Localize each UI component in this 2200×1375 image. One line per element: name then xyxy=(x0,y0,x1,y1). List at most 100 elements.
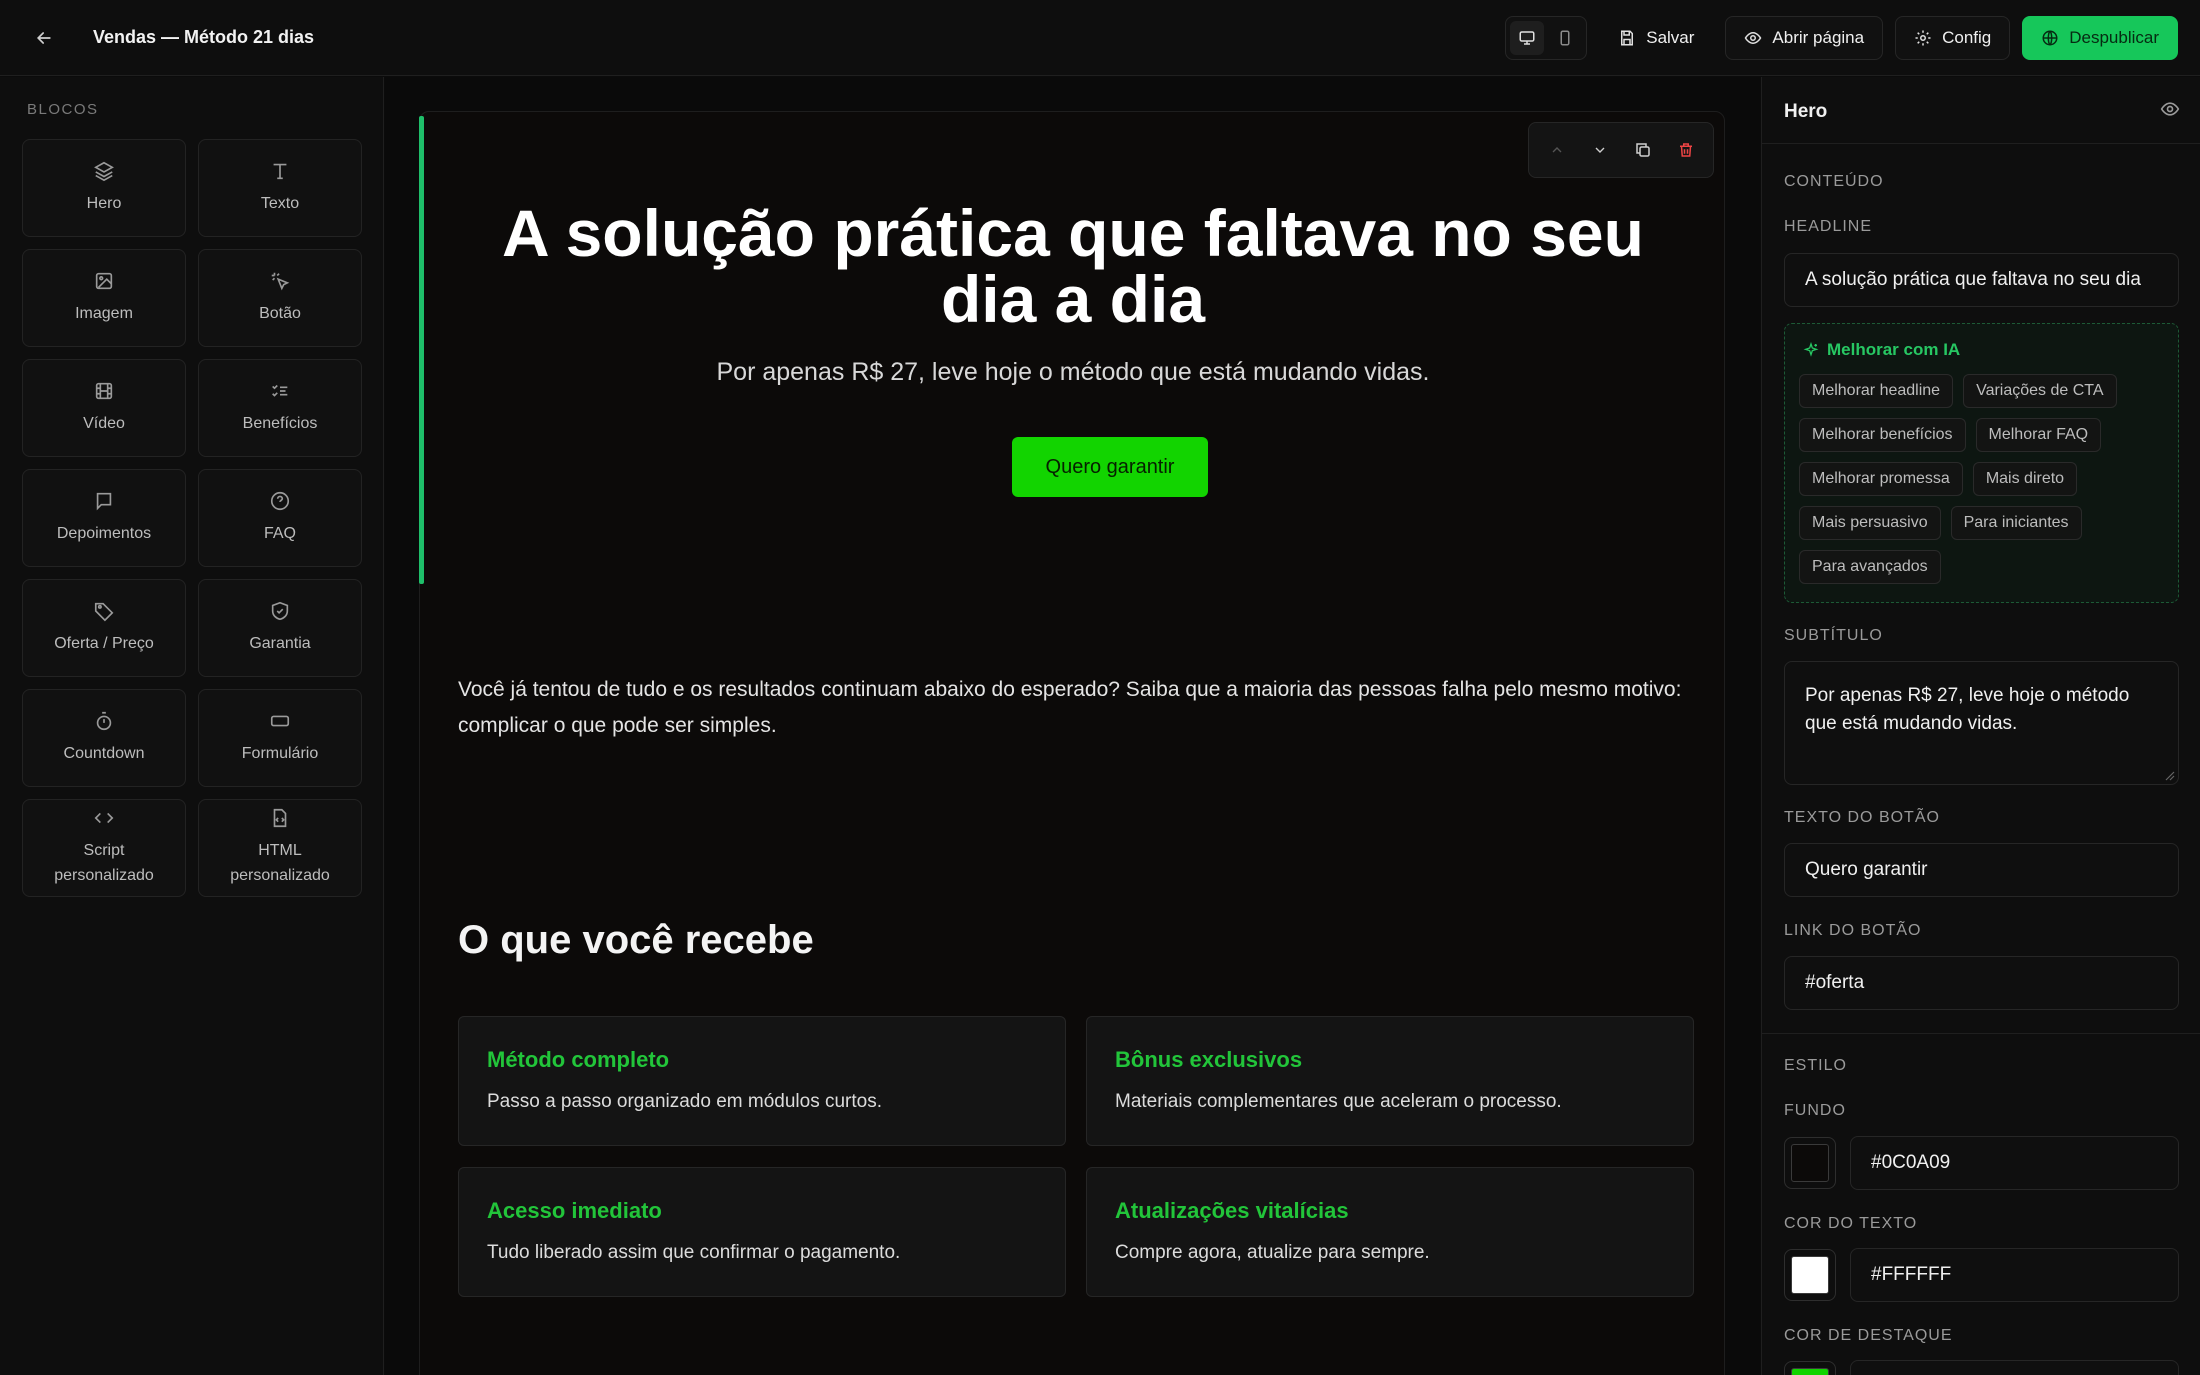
benefit-title: Método completo xyxy=(487,1047,670,1072)
device-toggle xyxy=(1505,16,1588,60)
code-icon xyxy=(94,813,114,824)
top-bar: Vendas — Método 21 dias Salvar Abrir pág… xyxy=(0,0,2200,76)
ai-chip-improve-faq[interactable]: Melhorar FAQ xyxy=(1975,418,2102,452)
save-icon xyxy=(1621,30,1634,46)
eye-icon xyxy=(1745,31,1762,45)
gear-icon xyxy=(1915,30,1931,46)
text-color-label: COR DO TEXTO xyxy=(1784,1215,1918,1232)
block-label: Oferta / Preço xyxy=(54,635,154,652)
ai-title: Melhorar com IA xyxy=(1803,340,1960,360)
checklist-icon xyxy=(272,384,288,397)
editor-canvas: A solução prática que faltava no seu dia… xyxy=(385,77,1760,1375)
block-tile-faq[interactable]: FAQ xyxy=(198,469,362,567)
headline-input[interactable]: A solução prática que faltava no seu dia xyxy=(1784,253,2179,307)
arrow-left-icon xyxy=(36,31,51,44)
background-label: FUNDO xyxy=(1784,1102,1846,1119)
ai-chip-for-beginners[interactable]: Para iniciantes xyxy=(1950,506,2082,540)
block-tile-form[interactable]: Formulário xyxy=(198,689,362,787)
benefit-card[interactable]: Acesso imediato Tudo liberado assim que … xyxy=(458,1167,1066,1297)
ai-chip-more-persuasive[interactable]: Mais persuasivo xyxy=(1799,506,1941,540)
block-tile-button[interactable]: Botão xyxy=(198,249,362,347)
block-toolbar xyxy=(1528,122,1714,178)
open-page-label: Abrir página xyxy=(1772,28,1865,47)
blocks-grid: Hero Texto Imagem Botão Vídeo Benefícios… xyxy=(22,139,362,897)
back-button[interactable] xyxy=(22,16,66,60)
block-label: Benefícios xyxy=(242,415,318,432)
toggle-visibility-button[interactable] xyxy=(2160,99,2180,124)
hero-cta-button[interactable]: Quero garantir xyxy=(1012,437,1208,497)
tag-icon xyxy=(94,602,114,622)
duplicate-button[interactable] xyxy=(1625,132,1661,168)
resize-handle-icon[interactable] xyxy=(2163,769,2175,781)
text-icon xyxy=(273,163,287,180)
block-tile-hero[interactable]: Hero xyxy=(22,139,186,237)
mobile-view-button[interactable] xyxy=(1548,21,1582,55)
benefits-title[interactable]: O que você recebe xyxy=(458,918,814,963)
benefit-card[interactable]: Bônus exclusivos Materiais complementare… xyxy=(1086,1016,1694,1146)
unpublish-button[interactable]: Despublicar xyxy=(2022,16,2178,60)
ai-chip-cta-variations[interactable]: Variações de CTA xyxy=(1963,374,2117,408)
block-tile-testimonials[interactable]: Depoimentos xyxy=(22,469,186,567)
text-color-input[interactable]: #FFFFFF xyxy=(1850,1248,2179,1302)
trash-icon xyxy=(1679,143,1692,157)
button-link-input[interactable]: #oferta xyxy=(1784,956,2179,1010)
block-tile-offer[interactable]: Oferta / Preço xyxy=(22,579,186,677)
hero-subtitle[interactable]: Por apenas R$ 27, leve hoje o método que… xyxy=(470,358,1676,387)
benefit-title: Bônus exclusivos xyxy=(1115,1047,1303,1072)
move-down-button[interactable] xyxy=(1582,132,1618,168)
file-code-icon xyxy=(273,809,287,828)
text-block[interactable]: Você já tentou de tudo e os resultados c… xyxy=(458,672,1698,744)
block-label: Depoimentos xyxy=(56,525,152,542)
shield-check-icon xyxy=(271,601,289,621)
config-button[interactable]: Config xyxy=(1895,16,2011,60)
unpublish-label: Despublicar xyxy=(2069,28,2159,47)
delete-button[interactable] xyxy=(1668,132,1704,168)
accent-color-input[interactable] xyxy=(1850,1360,2179,1375)
desktop-view-button[interactable] xyxy=(1510,21,1545,55)
config-label: Config xyxy=(1942,28,1992,47)
benefit-title: Atualizações vitalícias xyxy=(1115,1198,1349,1223)
block-tile-image[interactable]: Imagem xyxy=(22,249,186,347)
subtitle-textarea[interactable]: Por apenas R$ 27, leve hoje o método que… xyxy=(1784,661,2179,785)
ai-chip-improve-promise[interactable]: Melhorar promessa xyxy=(1799,462,1963,496)
block-tile-countdown[interactable]: Countdown xyxy=(22,689,186,787)
accent-color-swatch[interactable] xyxy=(1784,1361,1836,1375)
swatch-fill xyxy=(1791,1368,1829,1375)
timer-icon xyxy=(96,711,112,731)
ai-chip-more-direct[interactable]: Mais direto xyxy=(1972,462,2078,496)
block-tile-custom-html[interactable]: HTML personalizado xyxy=(198,799,362,897)
block-tile-benefits[interactable]: Benefícios xyxy=(198,359,362,457)
help-circle-icon xyxy=(270,491,290,511)
hero-headline[interactable]: A solução prática que faltava no seu dia… xyxy=(470,200,1676,332)
benefit-card[interactable]: Método completo Passo a passo organizado… xyxy=(458,1016,1066,1146)
ai-chip-improve-headline[interactable]: Melhorar headline xyxy=(1799,374,1954,408)
benefit-description: Passo a passo organizado em módulos curt… xyxy=(487,1091,882,1112)
benefit-description: Compre agora, atualize para sempre. xyxy=(1115,1242,1430,1263)
button-link-label: LINK DO BOTÃO xyxy=(1784,922,1922,939)
block-label: Imagem xyxy=(75,305,133,322)
layers-icon xyxy=(94,161,114,182)
block-tile-video[interactable]: Vídeo xyxy=(22,359,186,457)
chevron-up-icon xyxy=(1552,147,1561,153)
block-tile-guarantee[interactable]: Garantia xyxy=(198,579,362,677)
save-button[interactable]: Salvar xyxy=(1599,16,1713,60)
open-page-button[interactable]: Abrir página xyxy=(1725,16,1884,60)
save-label: Salvar xyxy=(1646,28,1695,47)
block-tile-text[interactable]: Texto xyxy=(198,139,362,237)
text-color-swatch[interactable] xyxy=(1784,1249,1836,1301)
ai-chip-improve-benefits[interactable]: Melhorar benefícios xyxy=(1799,418,1966,452)
content-section-label: CONTEÚDO xyxy=(1784,173,1884,190)
background-color-input[interactable]: #0C0A09 xyxy=(1850,1136,2179,1190)
benefit-card[interactable]: Atualizações vitalícias Compre agora, at… xyxy=(1086,1167,1694,1297)
style-section-label: ESTILO xyxy=(1784,1057,1847,1074)
move-up-button[interactable] xyxy=(1539,132,1575,168)
copy-icon xyxy=(1635,143,1650,157)
panel-title: Hero xyxy=(1784,101,1828,122)
button-text-input[interactable]: Quero garantir xyxy=(1784,843,2179,897)
block-tile-custom-script[interactable]: Script personalizado xyxy=(22,799,186,897)
block-label: Script personalizado xyxy=(54,842,154,884)
block-label: Texto xyxy=(260,195,300,212)
ai-chip-for-advanced[interactable]: Para avançados xyxy=(1799,550,1941,584)
top-actions: Salvar Abrir página Config Despublicar xyxy=(1505,16,2178,60)
background-color-swatch[interactable] xyxy=(1784,1137,1836,1189)
